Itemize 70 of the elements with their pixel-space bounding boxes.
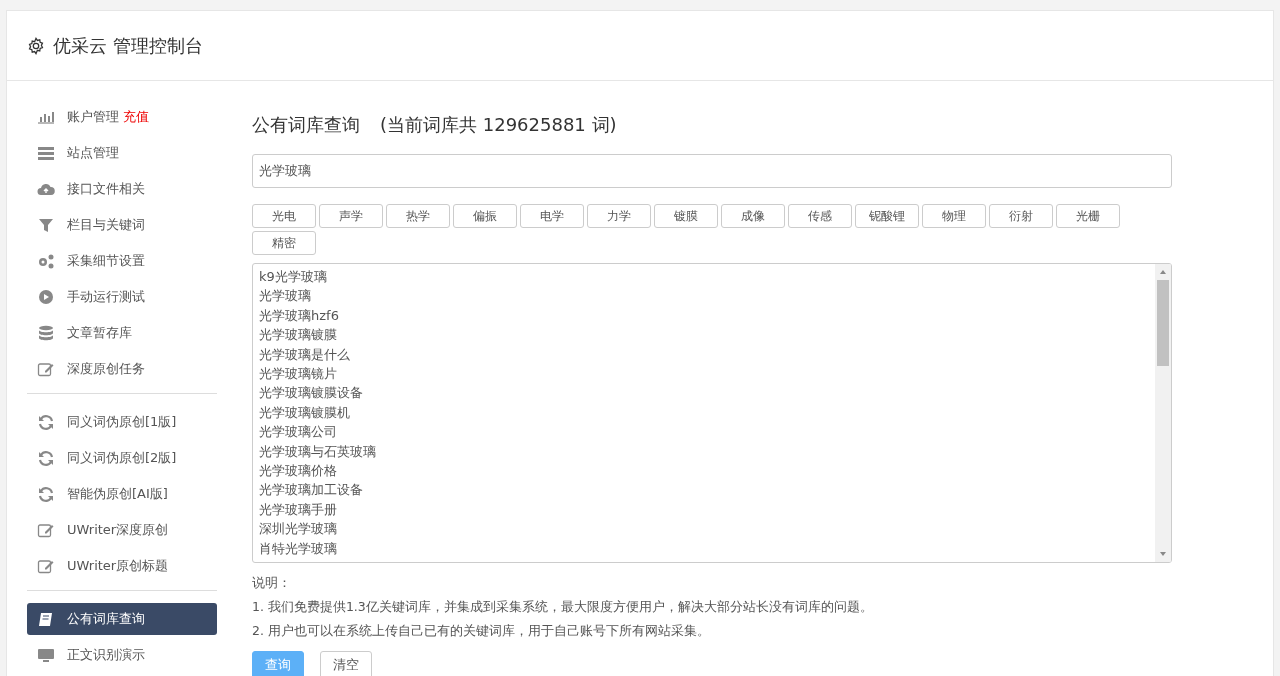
app-title: 优采云 管理控制台 <box>53 34 203 58</box>
notes-label: 说明： <box>252 574 292 592</box>
refresh-icon <box>37 486 55 502</box>
sidebar-item[interactable]: UWriter深度原创 <box>27 514 217 546</box>
tag-button[interactable]: 镀膜 <box>654 204 718 228</box>
sidebar-item[interactable]: 采集细节设置 <box>27 245 217 277</box>
page-title: 公有词库查询 <box>252 113 360 137</box>
result-line: 光学玻璃 <box>259 287 312 306</box>
tag-button[interactable]: 声学 <box>319 204 383 228</box>
gears-icon <box>37 253 55 269</box>
sidebar-item[interactable]: 深度原创任务 <box>27 353 217 385</box>
result-line: 光学玻璃手册 <box>259 500 338 519</box>
sidebar-item[interactable]: 栏目与关键词 <box>27 209 217 241</box>
sidebar-item[interactable]: 手动运行测试 <box>27 281 217 313</box>
tag-button[interactable]: 光栅 <box>1056 204 1120 228</box>
result-line: 光学玻璃公司 <box>259 423 338 442</box>
edit-icon <box>37 522 55 538</box>
tag-button[interactable]: 铌酸锂 <box>855 204 919 228</box>
result-line: 肖特光学玻璃 <box>259 539 338 558</box>
sidebar-item[interactable]: 公有词库查询 <box>27 603 217 635</box>
result-line: 光学玻璃与石英玻璃 <box>259 442 377 461</box>
refresh-icon <box>37 450 55 466</box>
sidebar-item[interactable]: 同义词伪原创[2版] <box>27 442 217 474</box>
sidebar-item[interactable]: 账户管理 充值 <box>27 101 217 133</box>
recharge-link[interactable]: 充值 <box>123 107 149 127</box>
result-line: 深圳光学玻璃 <box>259 520 338 539</box>
filter-icon <box>37 217 55 233</box>
tag-button[interactable]: 热学 <box>386 204 450 228</box>
tag-button[interactable]: 成像 <box>721 204 785 228</box>
sidebar-item[interactable]: 智能伪原创[AI版] <box>27 478 217 510</box>
tag-button[interactable]: 力学 <box>587 204 651 228</box>
note-text: 2. 用户也可以在系统上传自己已有的关键词库，用于自己账号下所有网站采集。 <box>252 622 711 640</box>
refresh-icon <box>37 414 55 430</box>
result-line: 光学玻璃镀膜 <box>259 326 338 345</box>
result-line: 光学玻璃hzf6 <box>259 306 340 325</box>
monitor-icon <box>37 647 55 663</box>
bar-chart-icon <box>37 109 55 125</box>
result-line: 光学玻璃镜片 <box>259 365 338 384</box>
word-count: (当前词库共 129625881 词) <box>380 113 617 137</box>
result-line: 光学玻璃镀膜设备 <box>259 384 364 403</box>
settings-icon <box>27 36 45 55</box>
tag-button[interactable]: 传感 <box>788 204 852 228</box>
note-text: 1. 我们免费提供1.3亿关键词库，并集成到采集系统，最大限度方便用户，解决大部分站长没有词库的问题。 <box>252 598 874 616</box>
tag-button[interactable]: 电学 <box>520 204 584 228</box>
book-icon <box>37 611 55 627</box>
play-icon <box>37 289 55 305</box>
sidebar-item[interactable]: UWriter原创标题 <box>27 550 217 582</box>
tag-button[interactable]: 光电 <box>252 204 316 228</box>
server-icon <box>37 145 55 161</box>
cloud-upload-icon <box>37 181 55 197</box>
edit-icon <box>37 558 55 574</box>
tag-button[interactable]: 物理 <box>922 204 986 228</box>
tag-button[interactable]: 衍射 <box>989 204 1053 228</box>
sidebar-item[interactable]: 同义词伪原创[1版] <box>27 406 217 438</box>
result-line: 光学玻璃镀膜机 <box>259 403 351 422</box>
tag-button[interactable]: 精密 <box>252 231 316 255</box>
sidebar-item[interactable]: 正文识别演示 <box>27 639 217 671</box>
search-field[interactable]: 光学玻璃 <box>252 154 1172 188</box>
result-line: 光学玻璃价格 <box>259 462 338 481</box>
edit-icon <box>37 361 55 377</box>
sidebar-item[interactable]: 文章暂存库 <box>27 317 217 349</box>
result-line: 光学玻璃加工设备 <box>259 481 364 500</box>
tag-button[interactable]: 偏振 <box>453 204 517 228</box>
result-line: 光学玻璃是什么 <box>259 345 351 364</box>
sidebar-item[interactable]: 站点管理 <box>27 137 217 169</box>
sidebar-item[interactable]: 接口文件相关 <box>27 173 217 205</box>
results-box[interactable]: k9光学玻璃 光学玻璃 光学玻璃hzf6 光学玻璃镀膜 光学玻璃是什么 光学玻璃镜片 光学玻璃镀膜设备 光学玻璃镀膜机 光学玻璃公司 光学玻璃与石英玻璃 光学玻璃价格 光学玻璃加工设备 光学玻璃手册 深圳光学玻璃 肖特光学玻璃 <box>252 263 1172 563</box>
result-line: k9光学玻璃 <box>259 268 328 286</box>
database-icon <box>37 325 55 341</box>
clear-button[interactable]: 清空 <box>320 651 372 676</box>
